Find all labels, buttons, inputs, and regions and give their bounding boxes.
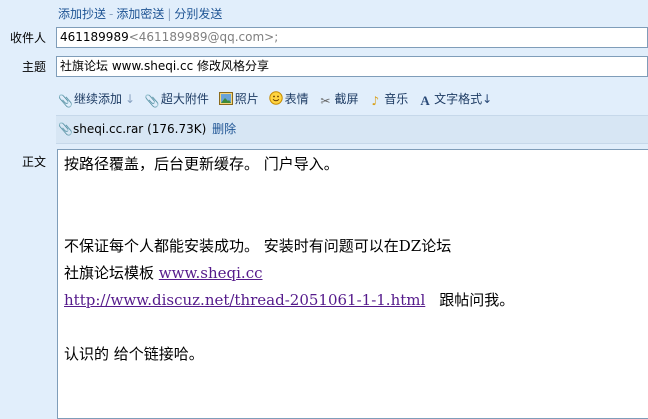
scissors-icon: ✂ xyxy=(320,94,331,108)
photo-icon xyxy=(218,92,233,106)
add-cc-link[interactable]: 添加抄送 xyxy=(58,7,106,21)
photo-label: 照片 xyxy=(234,92,259,106)
music-label: 音乐 xyxy=(384,92,409,106)
emoticon-button[interactable]: 表情 xyxy=(268,90,309,108)
photo-button[interactable]: 照片 xyxy=(218,90,259,108)
music-note-icon: ♪ xyxy=(371,94,380,108)
large-attachment-button[interactable]: 📎超大附件 xyxy=(145,90,209,108)
recipient-options: 添加抄送 - 添加密送 | 分别发送 xyxy=(58,6,222,22)
discuz-thread-link[interactable]: http://www.discuz.net/thread-2051061-1-1… xyxy=(64,291,425,309)
screenshot-label: 截屏 xyxy=(334,92,359,106)
paperclip-icon: 📎 xyxy=(58,122,73,136)
body-line: 不保证每个人都能安装成功。 安装时有问题可以在DZ论坛 xyxy=(64,237,452,255)
large-attachment-icon: 📎 xyxy=(144,94,160,108)
site-link[interactable]: www.sheqi.cc xyxy=(159,264,263,282)
smiley-icon xyxy=(268,91,283,105)
arrow-down-icon: ↓ xyxy=(125,92,136,106)
recipients-field[interactable]: 461189989<461189989@qq.com>; xyxy=(56,27,648,48)
recipient-name: 461189989 xyxy=(60,30,129,44)
compose-toolbar: 📎继续添加 ↓ 📎超大附件 照片 表情 ✂ 截屏 ♪ 音乐 A 文字格式↓ xyxy=(58,90,498,108)
separator: | xyxy=(167,7,172,21)
attachment-size: (176.73K) xyxy=(147,122,207,136)
large-attachment-label: 超大附件 xyxy=(160,92,209,106)
body-label: 正文 xyxy=(21,155,46,169)
subject-input[interactable]: 社旗论坛 www.sheqi.cc 修改风格分享 xyxy=(56,56,648,77)
attachment-item: 📎sheqi.cc.rar (176.73K) 删除 xyxy=(58,121,236,137)
delete-attachment-link[interactable]: 删除 xyxy=(212,122,236,136)
body-text: 社旗论坛模板 xyxy=(64,264,159,282)
attachment-filename: sheqi.cc.rar xyxy=(73,122,144,136)
message-body-editor[interactable]: 按路径覆盖，后台更新缓存。 门户导入。 不保证每个人都能安装成功。 安装时有问题… xyxy=(57,149,648,419)
screenshot-button[interactable]: ✂ 截屏 xyxy=(318,90,358,108)
recipients-label: 收件人 xyxy=(9,31,46,45)
body-text: 跟帖问我。 xyxy=(439,291,515,309)
body-line: http://www.discuz.net/thread-2051061-1-1… xyxy=(64,290,514,310)
arrow-down-icon: ↓ xyxy=(482,92,493,106)
text-format-label: 文字格式 xyxy=(434,92,483,106)
text-format-icon: A xyxy=(420,93,430,108)
continue-add-button[interactable]: 📎继续添加 ↓ xyxy=(58,90,135,108)
body-line: 按路径覆盖，后台更新缓存。 门户导入。 xyxy=(64,155,339,173)
body-line: 认识的 给个链接哈。 xyxy=(64,345,204,363)
add-bcc-link[interactable]: 添加密送 xyxy=(116,7,164,21)
emoticon-label: 表情 xyxy=(284,92,309,106)
paperclip-icon: 📎 xyxy=(58,94,73,108)
music-button[interactable]: ♪ 音乐 xyxy=(368,90,408,108)
recipient-email: <461189989@qq.com>; xyxy=(128,30,279,44)
continue-add-label: 继续添加 xyxy=(74,92,123,106)
separator: - xyxy=(109,7,114,21)
send-separately-link[interactable]: 分别发送 xyxy=(174,7,222,21)
text-format-button[interactable]: A 文字格式↓ xyxy=(418,90,492,108)
body-line: 社旗论坛模板 www.sheqi.cc xyxy=(64,263,263,283)
subject-label: 主题 xyxy=(21,60,46,74)
